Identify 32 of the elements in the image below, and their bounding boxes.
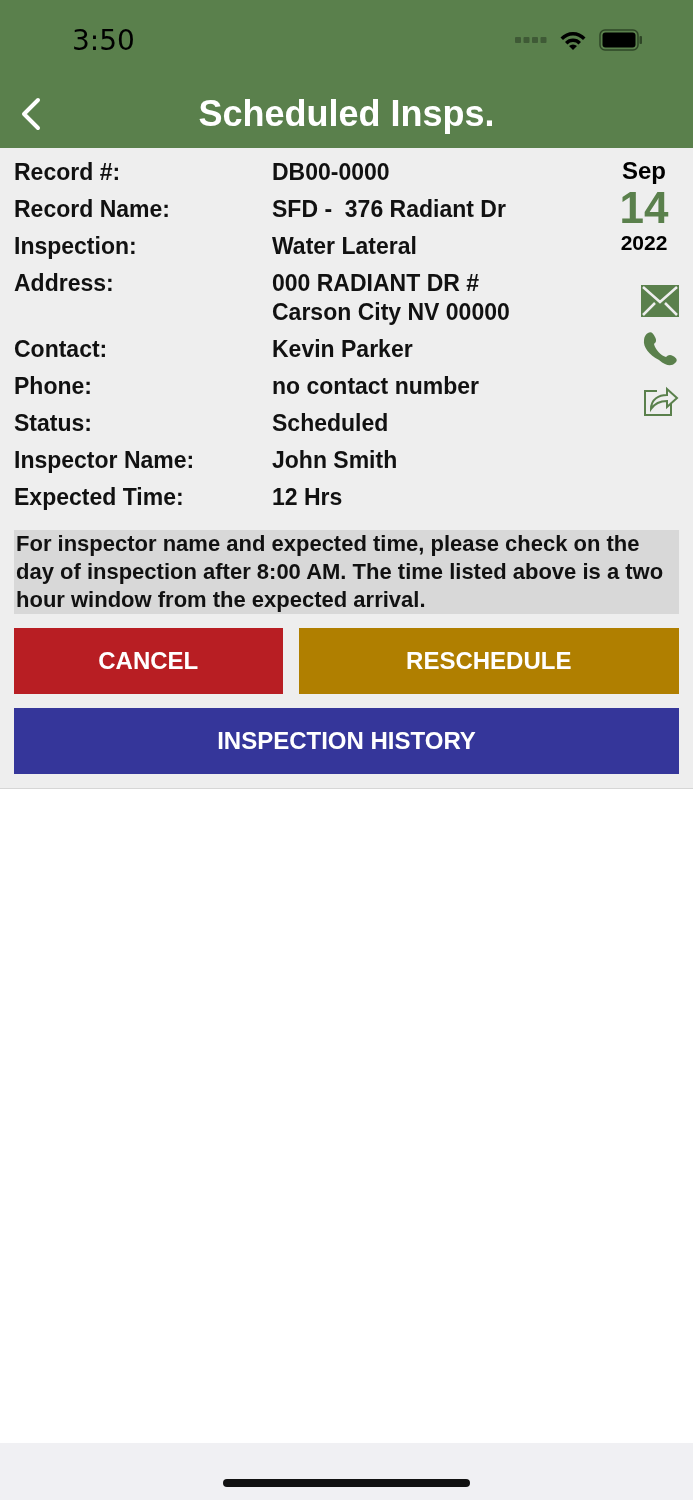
history-button[interactable]: INSPECTION HISTORY — [14, 708, 679, 774]
reschedule-button[interactable]: RESCHEDULE — [298, 628, 679, 694]
date-year: 2022 — [620, 231, 668, 255]
field-value: 12 Hrs — [272, 483, 344, 512]
field-label: Address: — [14, 269, 115, 298]
field-label: Record Name: — [14, 195, 171, 224]
status-time: 3:50 — [72, 23, 135, 57]
field-label: Contact: — [14, 335, 109, 364]
field-value: DB00-0000 — [272, 158, 391, 187]
field-label: Record #: — [14, 158, 122, 187]
field-label: Status: — [14, 409, 93, 438]
field-label: Inspection: — [14, 232, 138, 261]
field-value: Scheduled — [272, 409, 390, 438]
field-label: Inspector Name: — [14, 446, 196, 475]
signal-icon — [515, 37, 547, 43]
field-value: 000 RADIANT DR # Carson City NV 00000 — [272, 269, 511, 327]
back-icon[interactable] — [20, 97, 42, 131]
field-value: SFD - 376 Radiant Dr — [272, 195, 507, 224]
info-note: For inspector name and expected time, please check on the day of inspection after 8:00 AM. The time listed above is a two hour window from the expected arrival. — [14, 530, 679, 614]
battery-icon — [599, 29, 643, 51]
screen-title: Scheduled Insps. — [198, 93, 495, 135]
field-value: Water Lateral — [272, 232, 418, 261]
field-value: Kevin Parker — [272, 335, 414, 364]
field-value: no contact number — [272, 372, 480, 401]
cancel-button[interactable]: CANCEL — [14, 628, 283, 694]
field-value: John Smith — [272, 446, 399, 475]
date-day: 14 — [619, 185, 669, 231]
field-label: Phone: — [14, 372, 93, 401]
date-month: Sep — [622, 157, 666, 185]
mail-icon[interactable] — [641, 285, 679, 317]
wifi-icon — [559, 30, 587, 50]
field-label: Expected Time: — [14, 483, 185, 512]
